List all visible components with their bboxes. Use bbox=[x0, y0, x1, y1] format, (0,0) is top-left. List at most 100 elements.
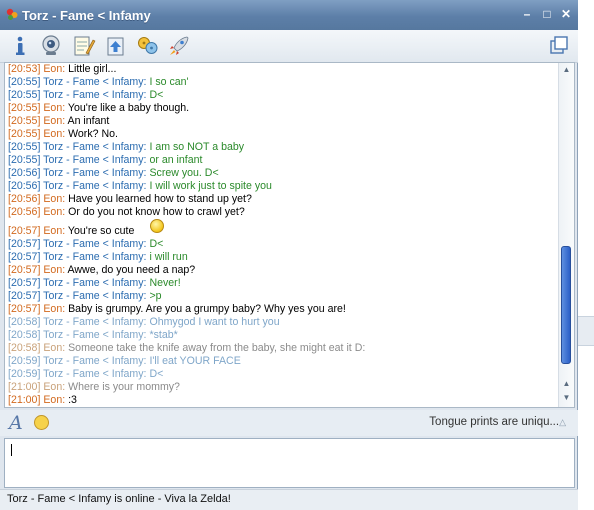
message-sender: Eon: bbox=[43, 115, 66, 127]
message-sender: Torz - Fame < Infamy: bbox=[43, 154, 147, 166]
message-timestamp: [20:53] bbox=[8, 63, 41, 75]
chat-message: [20:58] Eon: Someone take the knife away… bbox=[8, 342, 365, 355]
close-button[interactable]: ✕ bbox=[559, 7, 573, 21]
message-sender: Torz - Fame < Infamy: bbox=[43, 329, 147, 341]
message-input[interactable] bbox=[4, 438, 575, 488]
chat-message: [21:00] Eon: :3 bbox=[8, 394, 77, 407]
chat-message: [20:55] Eon: You're like a baby though. bbox=[8, 102, 189, 115]
emoticon-picker-icon[interactable] bbox=[34, 415, 49, 430]
message-timestamp: [20:55] bbox=[8, 76, 41, 88]
scroll-thumb[interactable] bbox=[561, 246, 571, 364]
triangle-up-icon: △ bbox=[559, 417, 566, 427]
messenger-buddy-icon bbox=[6, 8, 18, 20]
message-text: Work? No. bbox=[68, 128, 118, 140]
scroll-up-arrow-icon[interactable]: ▲ bbox=[559, 63, 574, 77]
message-text: Never! bbox=[149, 277, 181, 289]
message-text: D< bbox=[149, 238, 164, 250]
message-sender: Torz - Fame < Infamy: bbox=[43, 368, 147, 380]
message-timestamp: [20:57] bbox=[8, 264, 41, 276]
chat-message: [20:56] Eon: Or do you not know how to c… bbox=[8, 206, 245, 219]
chat-message: [20:57] Torz - Fame < Infamy: i will run bbox=[8, 251, 188, 264]
message-sender: Torz - Fame < Infamy: bbox=[43, 167, 147, 179]
chat-message: [20:57] Torz - Fame < Infamy: Never! bbox=[8, 277, 181, 290]
message-sender: Torz - Fame < Infamy: bbox=[43, 76, 147, 88]
chat-message: [21:00] Eon: Where is your mommy? bbox=[8, 381, 180, 394]
chat-message: [20:57] Eon: You're so cute bbox=[8, 225, 134, 238]
chat-message: [20:56] Torz - Fame < Infamy: Screw you.… bbox=[8, 167, 219, 180]
message-timestamp: [20:56] bbox=[8, 193, 41, 205]
message-timestamp: [20:55] bbox=[8, 102, 41, 114]
chat-message: [20:55] Torz - Fame < Infamy: or an infa… bbox=[8, 154, 202, 167]
message-timestamp: [20:56] bbox=[8, 180, 41, 192]
chat-scrollbar[interactable]: ▲ ▲ ▼ bbox=[558, 63, 574, 407]
message-text: D< bbox=[149, 368, 164, 380]
background-window-tab bbox=[578, 316, 594, 346]
message-sender: Eon: bbox=[43, 102, 66, 114]
message-text: I so can' bbox=[149, 76, 189, 88]
title-bar[interactable]: Torz - Fame < Infamy – □ ✕ bbox=[0, 0, 578, 30]
message-sender: Eon: bbox=[43, 206, 66, 218]
message-text: or an infant bbox=[149, 154, 203, 166]
message-timestamp: [20:58] bbox=[8, 329, 41, 341]
message-sender: Eon: bbox=[43, 303, 66, 315]
scroll-down-arrow-icon[interactable]: ▼ bbox=[559, 391, 574, 405]
message-timestamp: [20:57] bbox=[8, 251, 41, 263]
message-timestamp: [21:00] bbox=[8, 394, 41, 406]
message-text: You're like a baby though. bbox=[67, 102, 190, 114]
message-timestamp: [20:55] bbox=[8, 89, 41, 101]
message-text: Where is your mommy? bbox=[68, 381, 180, 393]
message-timestamp: [20:58] bbox=[8, 316, 41, 328]
message-text: You're so cute bbox=[67, 225, 135, 237]
message-timestamp: [20:55] bbox=[8, 128, 41, 140]
message-sender: Eon: bbox=[43, 128, 66, 140]
font-icon[interactable]: A bbox=[9, 412, 23, 434]
message-sender: Eon: bbox=[43, 394, 66, 406]
chat-message: [20:59] Torz - Fame < Infamy: D< bbox=[8, 368, 163, 381]
message-text: I am so NOT a baby bbox=[149, 141, 245, 153]
message-timestamp: [20:59] bbox=[8, 355, 41, 367]
message-text: :3 bbox=[68, 394, 77, 406]
chat-message: [20:55] Torz - Fame < Infamy: I so can' bbox=[8, 76, 189, 89]
message-sender: Torz - Fame < Infamy: bbox=[43, 89, 147, 101]
maximize-button[interactable]: □ bbox=[540, 7, 554, 21]
message-timestamp: [20:56] bbox=[8, 206, 41, 218]
message-text: Or do you not know how to crawl yet? bbox=[68, 206, 245, 218]
message-timestamp: [20:56] bbox=[8, 167, 41, 179]
message-text: Baby is grumpy. Are you a grumpy baby? W… bbox=[68, 303, 346, 315]
text-caret bbox=[11, 444, 12, 456]
message-text: Awwe, do you need a nap? bbox=[67, 264, 196, 276]
message-timestamp: [20:58] bbox=[8, 342, 41, 354]
message-text: An infant bbox=[67, 115, 110, 127]
message-timestamp: [20:57] bbox=[8, 277, 41, 289]
rocket-icon[interactable] bbox=[167, 35, 191, 57]
scroll-up-arrow-icon[interactable]: ▲ bbox=[559, 377, 574, 391]
toolbar bbox=[0, 30, 578, 63]
chat-message: [20:56] Torz - Fame < Infamy: I will wor… bbox=[8, 180, 272, 193]
status-bar: Torz - Fame < Infamy is online - Viva la… bbox=[0, 489, 578, 510]
message-sender: Torz - Fame < Infamy: bbox=[43, 355, 147, 367]
chat-message: [20:57] Eon: Awwe, do you need a nap? bbox=[8, 264, 195, 277]
notepad-icon[interactable] bbox=[72, 35, 96, 57]
message-sender: Torz - Fame < Infamy: bbox=[43, 238, 147, 250]
minimize-button[interactable]: – bbox=[520, 7, 534, 21]
window-title: Torz - Fame < Infamy bbox=[22, 8, 151, 23]
message-text: D< bbox=[149, 89, 164, 101]
message-text: Screw you. D< bbox=[149, 167, 219, 179]
info-icon[interactable] bbox=[9, 35, 33, 57]
send-file-icon[interactable] bbox=[104, 35, 128, 57]
message-text: Someone take the knife away from the bab… bbox=[68, 342, 366, 354]
webcam-icon[interactable] bbox=[39, 35, 63, 57]
chat-history[interactable]: [20:53] Eon: Little girl... [20:55] Torz … bbox=[4, 62, 575, 408]
message-sender: Torz - Fame < Infamy: bbox=[43, 180, 147, 192]
chat-message: [20:55] Torz - Fame < Infamy: D< bbox=[8, 89, 163, 102]
games-icon[interactable] bbox=[136, 35, 160, 57]
message-sender: Torz - Fame < Infamy: bbox=[43, 316, 147, 328]
chat-message: [20:57] Torz - Fame < Infamy: D< bbox=[8, 238, 163, 251]
message-timestamp: [21:00] bbox=[8, 381, 41, 393]
message-timestamp: [20:55] bbox=[8, 115, 41, 127]
message-sender: Eon: bbox=[43, 342, 66, 354]
chat-message: [20:59] Torz - Fame < Infamy: I'll eat Y… bbox=[8, 355, 241, 368]
expand-icon[interactable] bbox=[549, 35, 569, 57]
message-text: Have you learned how to stand up yet? bbox=[68, 193, 252, 205]
message-timestamp: [20:57] bbox=[8, 238, 41, 250]
